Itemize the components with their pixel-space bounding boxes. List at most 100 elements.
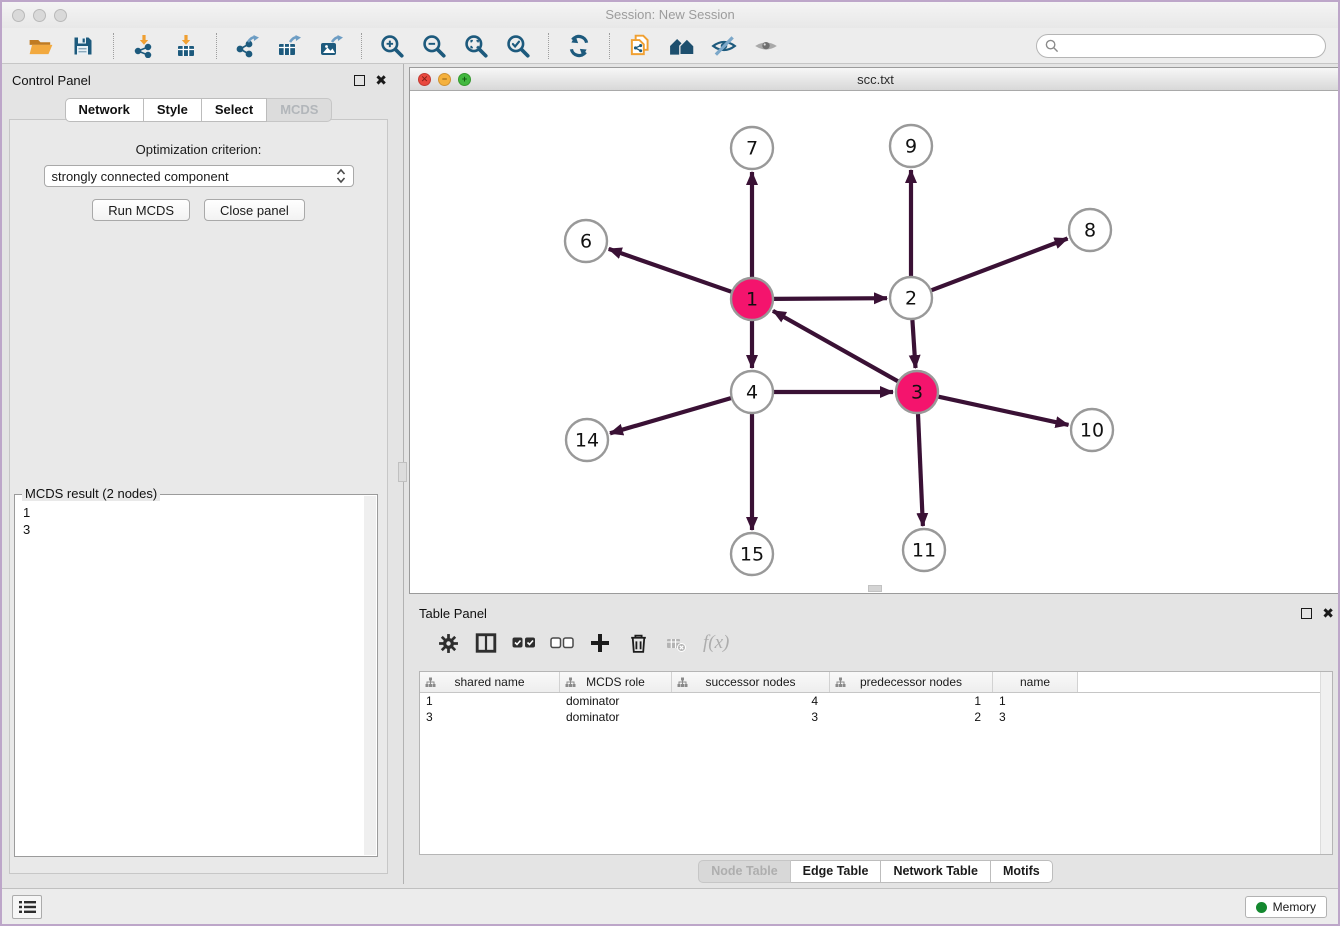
cell-mcds-role[interactable]: dominator bbox=[560, 694, 672, 708]
memory-button[interactable]: Memory bbox=[1245, 896, 1327, 918]
export-table-icon[interactable] bbox=[274, 31, 304, 61]
table-row[interactable]: 1dominator411 bbox=[420, 693, 1332, 709]
graph-node-10[interactable]: 10 bbox=[1071, 409, 1113, 451]
deselect-all-icon[interactable] bbox=[548, 629, 576, 657]
table-tabs: Node TableEdge TableNetwork TableMotifs bbox=[409, 860, 1340, 883]
tab-motifs[interactable]: Motifs bbox=[991, 860, 1053, 883]
apply-layout-icon[interactable] bbox=[564, 31, 594, 61]
control-panel-header: Control Panel ✖ bbox=[2, 70, 387, 90]
toolbar-separator bbox=[361, 33, 362, 59]
network-window-titlebar[interactable]: ✕ − + scc.txt bbox=[410, 68, 1340, 91]
toggle-panels-icon[interactable] bbox=[472, 629, 500, 657]
cell-shared-name[interactable]: 3 bbox=[420, 710, 560, 724]
cell-predecessor-nodes[interactable]: 2 bbox=[830, 710, 993, 724]
svg-text:11: 11 bbox=[912, 540, 936, 562]
column-header-successor-nodes[interactable]: successor nodes bbox=[672, 672, 830, 692]
import-table-icon[interactable] bbox=[171, 31, 201, 61]
cell-mcds-role[interactable]: dominator bbox=[560, 710, 672, 724]
toolbar-separator bbox=[609, 33, 610, 59]
tab-node-table[interactable]: Node Table bbox=[698, 860, 790, 883]
mcds-result-text[interactable]: 1 3 bbox=[15, 498, 363, 856]
cell-shared-name[interactable]: 1 bbox=[420, 694, 560, 708]
app-window: Session: New Session Control bbox=[0, 0, 1340, 926]
close-table-panel-icon[interactable]: ✖ bbox=[1322, 608, 1334, 619]
edge-3-11[interactable] bbox=[918, 414, 923, 526]
graph-node-8[interactable]: 8 bbox=[1069, 209, 1111, 251]
cell-name[interactable]: 1 bbox=[993, 694, 1078, 708]
tab-network-table[interactable]: Network Table bbox=[881, 860, 991, 883]
open-session-icon[interactable] bbox=[26, 31, 56, 61]
tab-edge-table[interactable]: Edge Table bbox=[791, 860, 882, 883]
graph-node-9[interactable]: 9 bbox=[890, 125, 932, 167]
tab-network[interactable]: Network bbox=[65, 98, 144, 122]
column-header-mcds-role[interactable]: MCDS role bbox=[560, 672, 672, 692]
console-button[interactable] bbox=[12, 895, 42, 919]
table-row[interactable]: 3dominator323 bbox=[420, 709, 1332, 725]
zoom-in-icon[interactable] bbox=[377, 31, 407, 61]
attribute-tree-icon bbox=[425, 677, 436, 691]
graph-node-15[interactable]: 15 bbox=[731, 533, 773, 575]
edge-2-3[interactable] bbox=[912, 320, 915, 368]
table-options-icon[interactable] bbox=[434, 629, 462, 657]
title-bar: Session: New Session bbox=[2, 2, 1338, 28]
vertical-splitter[interactable] bbox=[395, 64, 409, 884]
table-toolbar: f(x) bbox=[417, 623, 1334, 663]
tab-style[interactable]: Style bbox=[144, 98, 202, 122]
network-canvas[interactable]: 7 9 6 8 1 2 4 3 14 10 15 11 bbox=[410, 91, 1340, 593]
cell-successor-nodes[interactable]: 4 bbox=[672, 694, 830, 708]
add-column-icon[interactable] bbox=[586, 629, 614, 657]
function-builder-icon[interactable]: f(x) bbox=[703, 632, 729, 654]
export-image-icon[interactable] bbox=[316, 31, 346, 61]
delete-table-icon[interactable] bbox=[662, 629, 690, 657]
splitter-grip[interactable] bbox=[398, 462, 407, 482]
zoom-fit-icon[interactable] bbox=[461, 31, 491, 61]
toolbar-separator bbox=[216, 33, 217, 59]
edge-1-6[interactable] bbox=[609, 249, 732, 292]
export-network-icon[interactable] bbox=[232, 31, 262, 61]
tab-select[interactable]: Select bbox=[202, 98, 267, 122]
criterion-select[interactable]: strongly connected component bbox=[44, 165, 354, 187]
table-scrollbar[interactable] bbox=[1320, 672, 1332, 854]
result-scrollbar[interactable] bbox=[364, 496, 376, 855]
duplicate-network-icon[interactable] bbox=[625, 31, 655, 61]
first-neighbors-icon[interactable] bbox=[667, 31, 697, 61]
edge-4-14[interactable] bbox=[610, 398, 731, 433]
graph-node-3[interactable]: 3 bbox=[896, 371, 938, 413]
graph-node-6[interactable]: 6 bbox=[565, 220, 607, 262]
column-header-name[interactable]: name bbox=[993, 672, 1078, 692]
cell-predecessor-nodes[interactable]: 1 bbox=[830, 694, 993, 708]
search-input[interactable] bbox=[1059, 38, 1299, 54]
column-header-predecessor-nodes[interactable]: predecessor nodes bbox=[830, 672, 993, 692]
hide-selected-icon[interactable] bbox=[709, 31, 739, 61]
cell-successor-nodes[interactable]: 3 bbox=[672, 710, 830, 724]
import-network-icon[interactable] bbox=[129, 31, 159, 61]
network-resize-grip[interactable] bbox=[868, 585, 882, 592]
close-panel-button[interactable]: Close panel bbox=[204, 199, 305, 221]
column-header-shared-name[interactable]: shared name bbox=[420, 672, 560, 692]
edge-3-10[interactable] bbox=[939, 397, 1069, 425]
float-table-panel-icon[interactable] bbox=[1301, 608, 1312, 619]
zoom-selected-icon[interactable] bbox=[503, 31, 533, 61]
tab-mcds[interactable]: MCDS bbox=[267, 98, 332, 122]
select-all-icon[interactable] bbox=[510, 629, 538, 657]
edge-2-8[interactable] bbox=[932, 239, 1068, 291]
graph-node-14[interactable]: 14 bbox=[566, 419, 608, 461]
zoom-out-icon[interactable] bbox=[419, 31, 449, 61]
optimization-criterion-label: Optimization criterion: bbox=[10, 142, 387, 157]
graph-node-4[interactable]: 4 bbox=[731, 371, 773, 413]
graph-node-1[interactable]: 1 bbox=[731, 278, 773, 320]
graph-node-11[interactable]: 11 bbox=[903, 529, 945, 571]
save-session-icon[interactable] bbox=[68, 31, 98, 61]
show-hidden-icon[interactable] bbox=[751, 31, 781, 61]
network-view-window: ✕ − + scc.txt 7 9 6 8 1 2 4 3 14 10 15 11 bbox=[409, 67, 1340, 594]
run-mcds-button[interactable]: Run MCDS bbox=[92, 199, 190, 221]
float-panel-icon[interactable] bbox=[354, 75, 365, 86]
delete-columns-icon[interactable] bbox=[624, 629, 652, 657]
cell-name[interactable]: 3 bbox=[993, 710, 1078, 724]
edge-1-2[interactable] bbox=[774, 298, 887, 299]
graph-node-7[interactable]: 7 bbox=[731, 127, 773, 169]
edge-3-1[interactable] bbox=[773, 311, 898, 381]
close-panel-icon[interactable]: ✖ bbox=[375, 75, 387, 86]
graph-node-2[interactable]: 2 bbox=[890, 277, 932, 319]
search-box[interactable] bbox=[1036, 34, 1326, 58]
